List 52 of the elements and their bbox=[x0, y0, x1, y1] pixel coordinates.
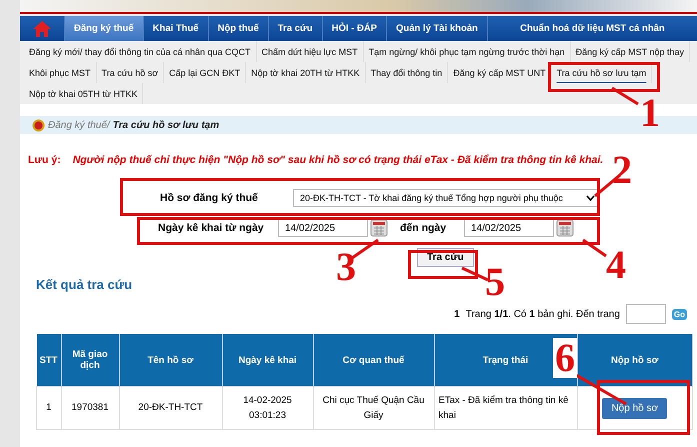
note-text: Người nộp thuế chỉ thực hiện "Nộp hồ sơ" sau khi hồ sơ có trạng thái eTax - Đã kiểm tra thông tin kê khai. bbox=[72, 154, 604, 166]
table-cell: 14-02-2025 03:01:23 bbox=[222, 386, 313, 430]
date-to-field[interactable]: 14/02/2025 bbox=[464, 219, 554, 237]
column-header: Nộp hồ sơ bbox=[577, 334, 692, 386]
note-label: Lưu ý: bbox=[28, 154, 61, 166]
submenu-link[interactable]: Thay đổi thông tin bbox=[366, 62, 448, 83]
page-number[interactable]: 1 bbox=[454, 308, 460, 320]
table-cell: Chi cục Thuế Quận Cầu Giấy bbox=[313, 386, 434, 430]
submenu-link[interactable]: Đăng ký cấp MST nộp thay bbox=[570, 41, 690, 62]
submenu-link[interactable]: Tạm ngừng/ khôi phục tạm ngừng trước thời hạn bbox=[364, 41, 571, 62]
breadcrumb-current: Tra cứu hồ sơ lưu tạm bbox=[112, 120, 220, 130]
highlight-frame bbox=[408, 250, 478, 279]
leader-line bbox=[611, 86, 639, 106]
submenu-link[interactable]: Đăng ký mới/ thay đổi thông tin của cá nhân qua CQCT bbox=[24, 41, 257, 62]
column-header: STT bbox=[36, 334, 61, 386]
pager-text: Trang 1/1. Có 1 bản ghi. Đến trang bbox=[466, 308, 620, 320]
table-cell: 1 bbox=[36, 386, 61, 430]
step-number: 5 bbox=[485, 262, 505, 302]
submenu-link[interactable]: Tra cứu hồ sơ bbox=[96, 62, 164, 83]
nav-tab[interactable]: Đăng ký thuế bbox=[64, 16, 143, 41]
dossier-select[interactable]: 20-ĐK-TH-TCT - Tờ khai đăng ký thuế Tổng hợp người phụ thuộc bbox=[293, 189, 600, 207]
calendar-icon[interactable] bbox=[556, 219, 574, 237]
page-input[interactable] bbox=[626, 304, 666, 324]
table-cell: 20-ĐK-TH-TCT bbox=[119, 386, 222, 430]
submenu-link[interactable]: Cấp lại GCN ĐKT bbox=[164, 62, 246, 83]
breadcrumb-parent[interactable]: Đăng ký thuế/ bbox=[48, 120, 110, 130]
submenu-link[interactable]: Khôi phục MST bbox=[24, 62, 97, 83]
submenu-link[interactable]: Nộp tờ khai 05TH từ HTKK bbox=[24, 83, 144, 104]
leader-line bbox=[582, 238, 607, 258]
emblem-icon bbox=[32, 118, 45, 132]
field-label: Hồ sơ đăng ký thuế bbox=[160, 192, 259, 204]
step-number: 1 bbox=[640, 93, 660, 133]
column-header: Ngày kê khai bbox=[222, 334, 313, 386]
field-label: đến ngày bbox=[400, 222, 448, 234]
table-cell: ETax - Đã kiểm tra thông tin kê khai bbox=[434, 386, 577, 430]
column-header: Cơ quan thuế bbox=[313, 334, 434, 386]
date-from-field[interactable]: 14/02/2025 bbox=[278, 219, 368, 237]
calendar-icon[interactable] bbox=[370, 219, 388, 237]
results-title: Kết quả tra cứu bbox=[36, 277, 132, 292]
column-header: Mã giao dịch bbox=[61, 334, 119, 386]
table-cell: 1970381 bbox=[61, 386, 119, 430]
submenu-link[interactable]: Đăng ký cấp MST UNT bbox=[448, 62, 552, 83]
submenu-link[interactable]: Chấm dứt hiệu lực MST bbox=[256, 41, 364, 62]
step-number: 6 bbox=[553, 338, 577, 378]
submenu-link[interactable]: Nộp tờ khai 20TH từ HTKK bbox=[246, 62, 366, 83]
submit-button[interactable]: Nộp hồ sơ bbox=[602, 398, 668, 418]
step-number: 3 bbox=[336, 247, 356, 287]
step-number: 4 bbox=[606, 245, 626, 285]
submenu-link[interactable]: Tra cứu hồ sơ lưu tạm bbox=[552, 62, 652, 83]
column-header: Tên hồ sơ bbox=[119, 334, 222, 386]
chevron-down-icon bbox=[586, 195, 595, 201]
field-label: Ngày kê khai từ ngày bbox=[158, 222, 265, 234]
